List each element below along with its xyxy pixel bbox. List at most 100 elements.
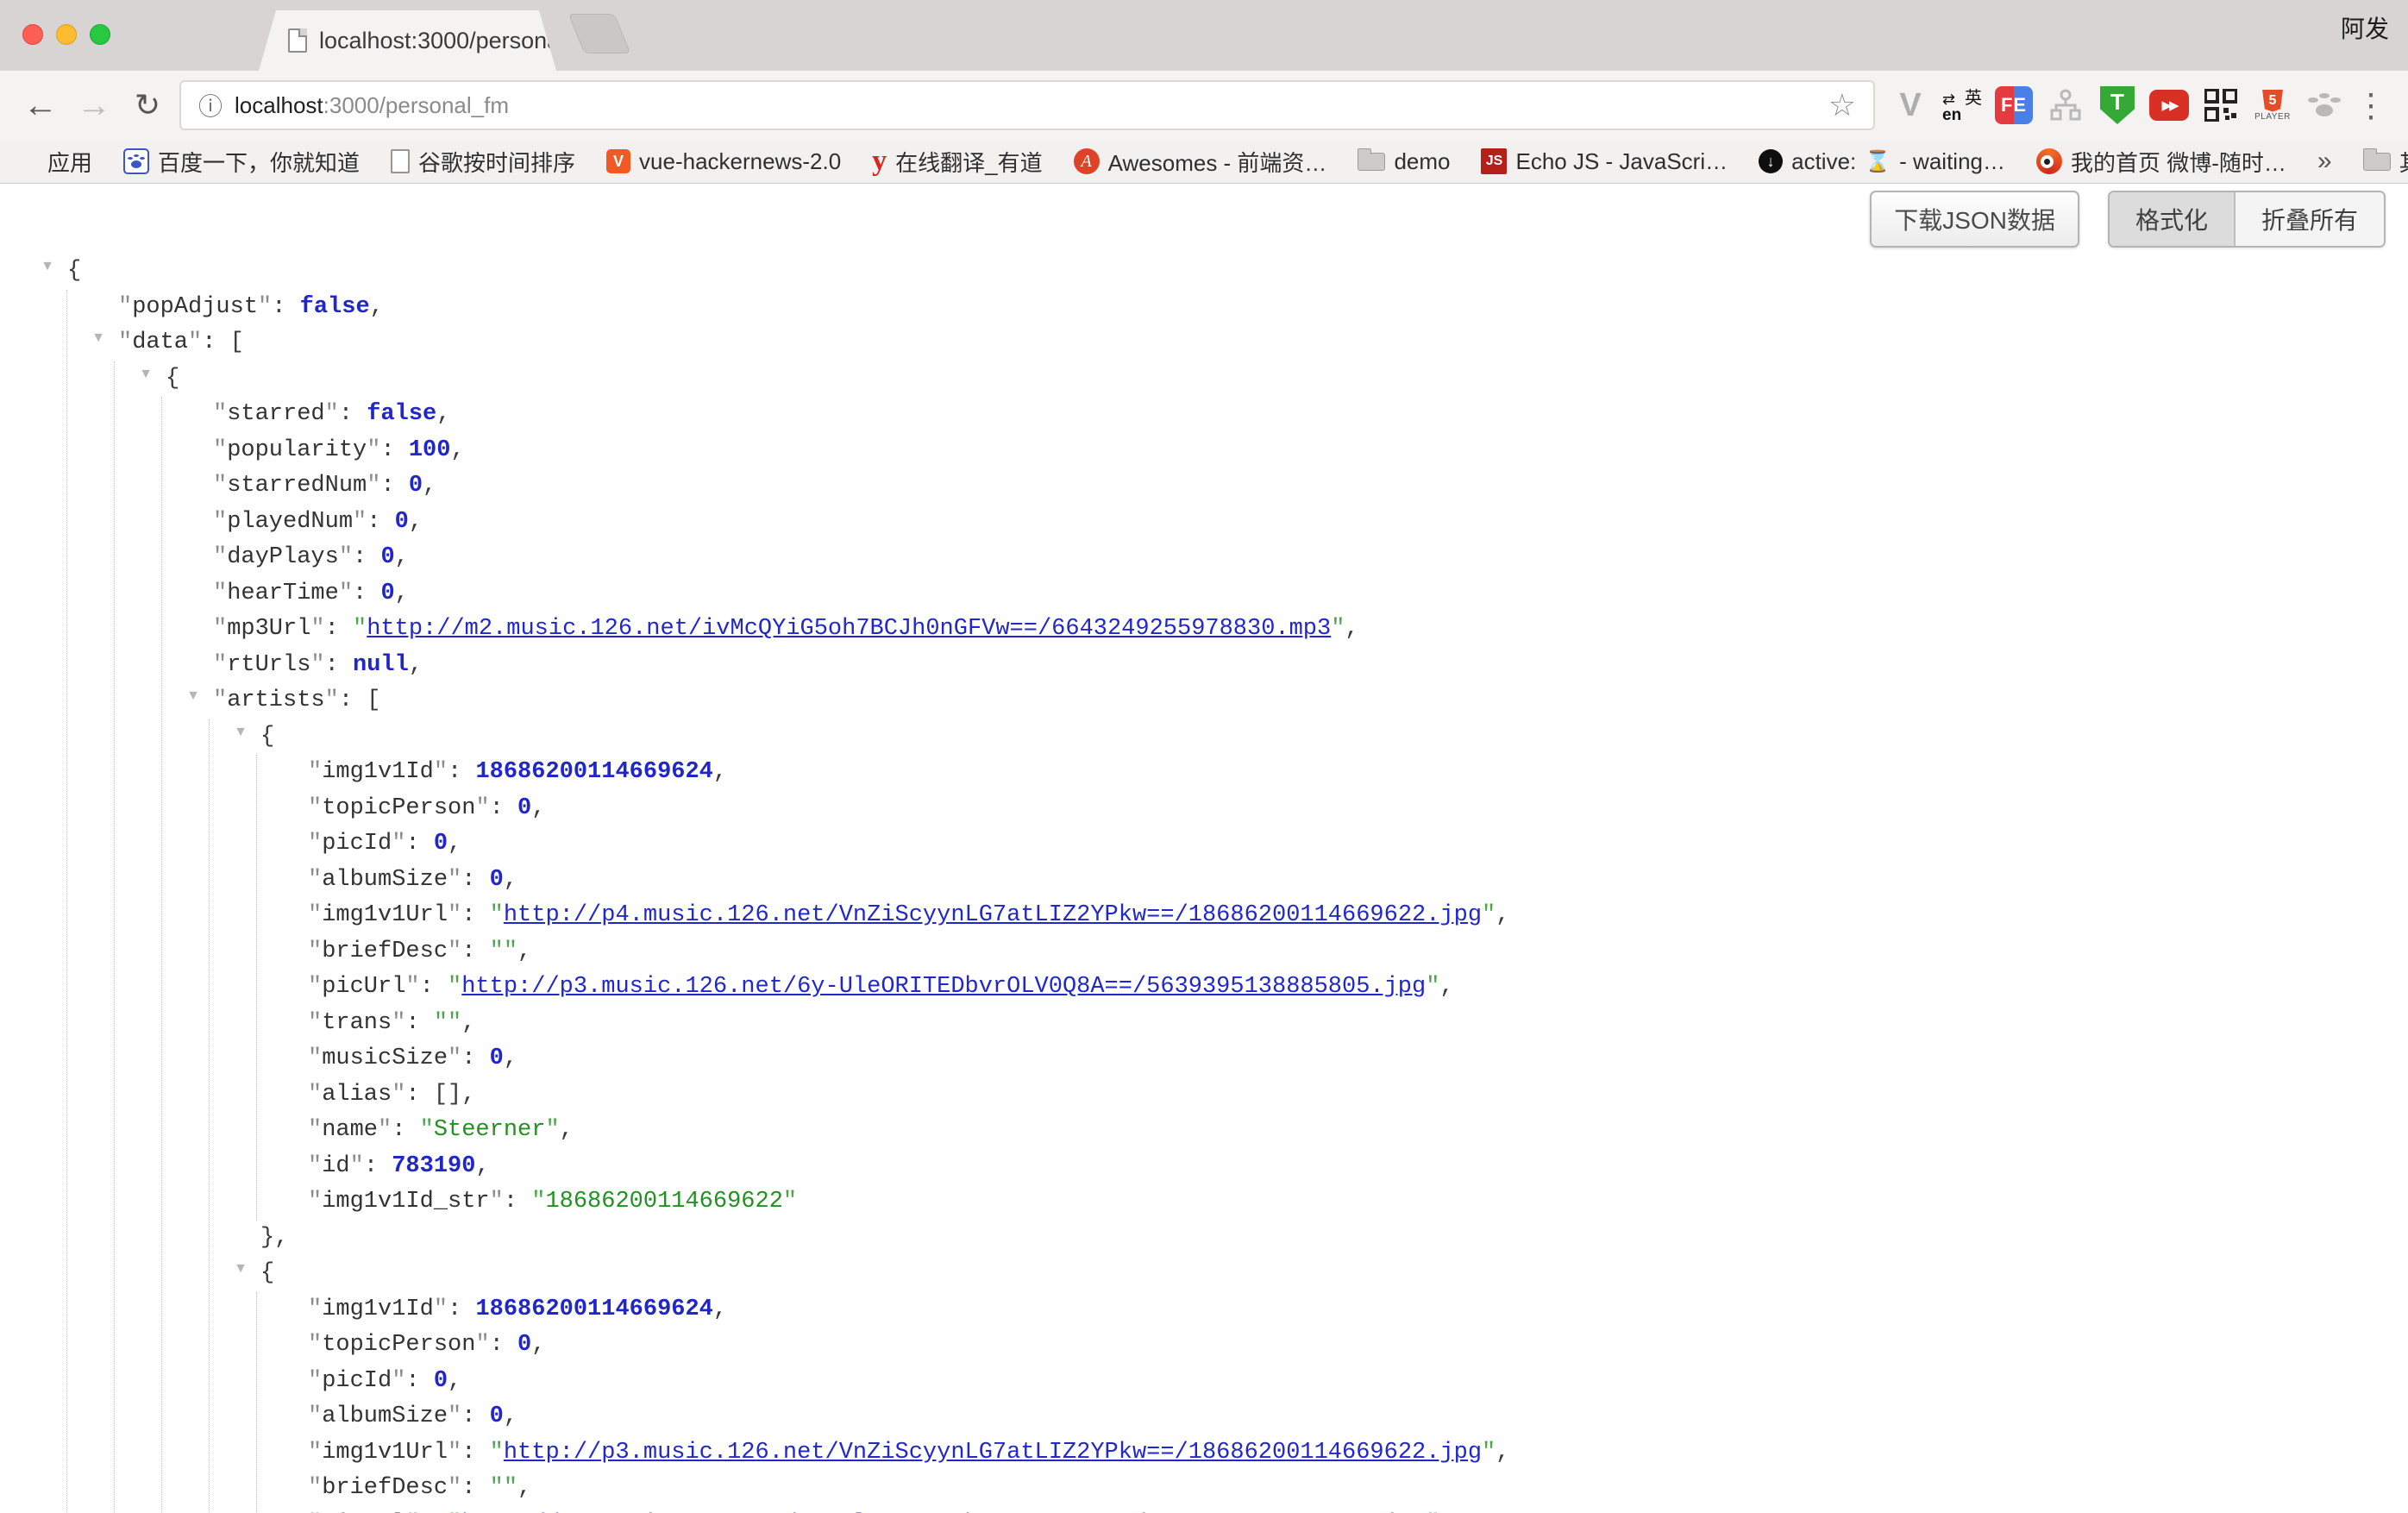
bookmark-label: vue-hackernews-2.0 (639, 148, 841, 175)
json-token: , (395, 544, 409, 570)
collapse-triangle-icon[interactable]: ▼ (228, 1262, 254, 1276)
json-line: "starredNum": 0, (162, 468, 2408, 505)
site-info-icon[interactable]: ⓘ (198, 88, 223, 122)
bookmark-item[interactable]: demo (1358, 148, 1450, 175)
profile-name[interactable]: 阿发 (2341, 10, 2389, 45)
zoom-window-button[interactable] (90, 24, 110, 45)
address-bar[interactable]: ⓘ localhost:3000/personal_fm ☆ (179, 80, 1875, 130)
collapse-triangle-icon[interactable]: ▼ (228, 725, 254, 739)
minimize-window-button[interactable] (56, 24, 77, 45)
json-token: : (461, 1403, 489, 1429)
json-token: " (405, 974, 419, 1000)
json-token: , (395, 581, 409, 606)
bookmark-item[interactable]: 应用 (17, 146, 92, 178)
bookmark-item[interactable]: y在线翻译_有道 (872, 146, 1042, 178)
tab-title: localhost:3000/personal_fm (319, 28, 604, 54)
collapse-triangle-icon[interactable]: ▼ (34, 260, 60, 273)
download-json-button[interactable]: 下载JSON数据 (1870, 191, 2079, 248)
bookmark-label: 百度一下，你就知道 (158, 146, 360, 178)
json-token: " (188, 330, 202, 355)
json-token: , (409, 509, 423, 535)
json-line: "hearTime": 0, (162, 576, 2408, 612)
close-window-button[interactable] (22, 24, 43, 45)
json-key: albumSize (322, 867, 448, 893)
json-line: "img1v1Id": 18686200114669624, (257, 755, 2408, 791)
back-icon[interactable]: ← (14, 88, 67, 122)
json-token: " (1331, 616, 1345, 642)
json-token: : (461, 1440, 489, 1466)
extension-tampermonkey-shield-icon[interactable]: T (2094, 82, 2141, 129)
json-key: albumSize (322, 1403, 448, 1429)
browser-menu-icon[interactable]: ⋮ (2348, 82, 2394, 129)
json-token: " (308, 1403, 322, 1429)
extension-paw-icon[interactable] (2301, 82, 2348, 129)
json-token: " (1426, 974, 1439, 1000)
json-token: : (405, 1010, 433, 1036)
json-link[interactable]: http://p3.music.126.net/6y-UleORITEDbvrO… (461, 974, 1426, 1000)
json-line: "albumSize": 0, (257, 863, 2408, 899)
json-line: "briefDesc": "", (257, 934, 2408, 970)
extension-qr-code-icon[interactable] (2198, 82, 2244, 129)
extension-vue-icon[interactable]: V (1887, 82, 1934, 129)
json-link[interactable]: http://m2.music.126.net/ivMcQYiG5oh7BCJh… (367, 616, 1331, 642)
json-token: " (448, 1045, 461, 1071)
collapse-triangle-icon[interactable]: ▼ (133, 367, 159, 381)
json-number: 0 (490, 1045, 504, 1071)
json-line: "topicPerson": 0, (257, 1328, 2408, 1364)
bookmark-item[interactable]: JSEcho JS - JavaScri… (1481, 148, 1728, 175)
json-token: " (308, 1082, 322, 1108)
bookmark-item[interactable]: AAwesomes - 前端资… (1074, 146, 1327, 178)
reload-icon[interactable]: ↻ (121, 90, 174, 121)
json-token: , (423, 473, 436, 499)
bookmark-item[interactable]: ↓active:⌛- waiting… (1759, 148, 2005, 175)
json-token: : (272, 294, 299, 320)
json-link[interactable]: http://p3.music.126.net/VnZiScyynLG7atLI… (504, 1440, 1482, 1466)
json-line: "trans": "", (257, 1006, 2408, 1042)
json-token: : (380, 437, 408, 463)
collapse-triangle-icon[interactable]: ▼ (180, 689, 206, 703)
json-line: "musicSize": 0, (257, 1041, 2408, 1077)
extension-fe-icon[interactable]: FE (1991, 82, 2037, 129)
bookmarks-overflow-icon[interactable]: » (2317, 147, 2332, 176)
other-bookmarks-folder[interactable]: 其他书签 (2363, 146, 2408, 178)
bookmark-item[interactable]: Vvue-hackernews-2.0 (606, 148, 841, 175)
json-token: : (448, 1296, 475, 1322)
fe-logo: FE (1995, 86, 2033, 124)
json-key: img1v1Id_str (322, 1189, 489, 1215)
bookmark-label: demo (1394, 148, 1450, 175)
json-line: "img1v1Id": 18686200114669624, (257, 1292, 2408, 1328)
json-token: " (308, 1296, 322, 1322)
json-token: " (448, 939, 461, 964)
json-token: " (1482, 902, 1496, 928)
browser-tab[interactable]: localhost:3000/personal_fm × (259, 10, 556, 71)
collapse-all-button[interactable]: 折叠所有 (2236, 192, 2384, 246)
json-line: "picUrl": "http://p3.music.126.net/6y-Ul… (257, 970, 2408, 1006)
extension-html5-player-icon[interactable]: 5PLAYER (2249, 82, 2296, 129)
bookmark-item[interactable]: 我的首页 微博-随时… (2036, 146, 2286, 178)
extension-translate-icon[interactable]: 英⇄en (1939, 82, 1985, 129)
new-tab-button[interactable] (568, 14, 631, 53)
json-token: , (436, 401, 450, 427)
json-line: ▼"artists": [ (162, 683, 2408, 719)
json-token: " (213, 437, 227, 463)
extension-sitemap-icon[interactable] (2042, 82, 2089, 129)
json-token: , (448, 1368, 461, 1394)
json-key: id (322, 1153, 349, 1179)
json-key: dayPlays (227, 544, 339, 570)
json-token: " (392, 1010, 405, 1036)
echojs-icon: JS (1481, 148, 1507, 174)
json-token: : (405, 1082, 433, 1108)
format-button[interactable]: 格式化 (2110, 192, 2236, 246)
collapse-triangle-icon[interactable]: ▼ (85, 331, 111, 345)
bookmark-item[interactable]: 谷歌按时间排序 (391, 146, 575, 178)
json-token: : (461, 902, 489, 928)
json-token: " (448, 867, 461, 893)
bookmark-star-icon[interactable]: ☆ (1828, 87, 1856, 123)
json-open-bracket: { (260, 1260, 274, 1286)
json-number: 0 (434, 831, 448, 857)
bookmark-item[interactable]: 百度一下，你就知道 (123, 146, 360, 178)
json-token: : (461, 1475, 489, 1501)
json-token: " (434, 759, 448, 785)
json-link[interactable]: http://p4.music.126.net/VnZiScyynLG7atLI… (504, 902, 1482, 928)
extension-fast-forward-icon[interactable]: ▶▶ (2146, 82, 2192, 129)
